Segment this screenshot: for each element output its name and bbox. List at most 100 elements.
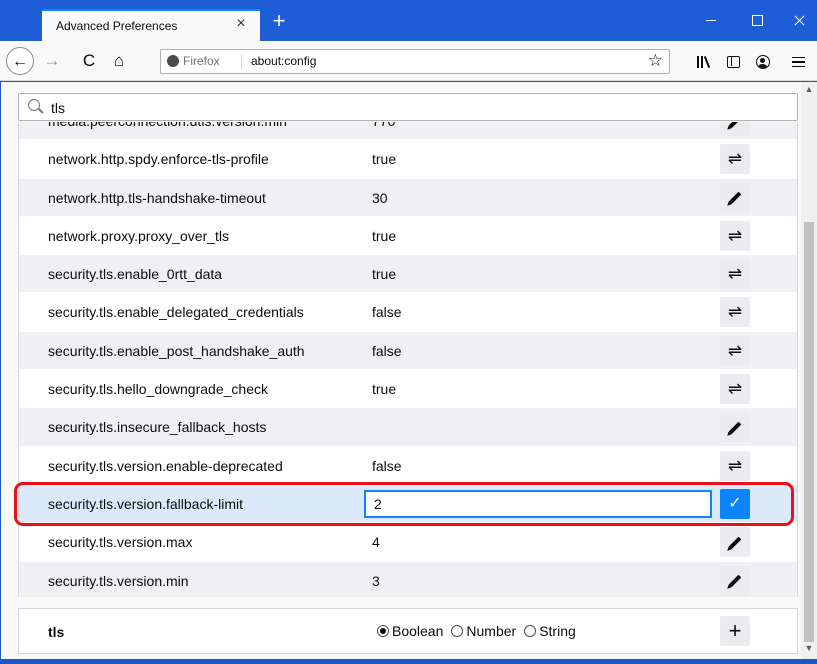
close-window-button[interactable] xyxy=(784,8,814,32)
radio-icon[interactable] xyxy=(451,625,464,637)
toggle-button[interactable]: ⇌ xyxy=(720,259,750,290)
pref-value: 770 xyxy=(372,122,395,129)
pref-row[interactable]: network.proxy.proxy_over_tls true ⇌ xyxy=(19,217,797,256)
pref-row[interactable]: security.tls.version.min 3 xyxy=(19,561,797,597)
bookmark-star-icon[interactable]: ☆ xyxy=(648,51,663,71)
maximize-button[interactable] xyxy=(742,8,772,32)
library-icon xyxy=(696,56,711,69)
menu-button[interactable] xyxy=(786,49,810,73)
type-option-label: String xyxy=(539,623,576,639)
back-button[interactable]: ← xyxy=(6,47,34,75)
toggle-button[interactable]: ⇌ xyxy=(720,220,750,251)
site-identity[interactable]: Firefox xyxy=(167,54,220,68)
home-button[interactable]: ⌂ xyxy=(105,47,133,75)
toggle-button[interactable]: ⇌ xyxy=(720,450,750,481)
preferences-table: media.peerconnection.dtls.version.min 770… xyxy=(18,122,798,597)
radio-icon[interactable] xyxy=(524,625,537,637)
url-separator xyxy=(241,54,242,69)
preferences-list: media.peerconnection.dtls.version.min 770… xyxy=(19,122,797,597)
pref-row[interactable]: security.tls.insecure_fallback_hosts xyxy=(19,408,797,447)
pref-name: network.http.spdy.enforce-tls-profile xyxy=(48,151,269,168)
type-option-boolean[interactable]: Boolean xyxy=(377,623,443,639)
pref-name: security.tls.version.max xyxy=(48,534,193,551)
pref-row[interactable]: security.tls.version.max 4 xyxy=(19,523,797,562)
pencil-icon xyxy=(728,122,742,128)
tab-title: Advanced Preferences xyxy=(56,19,178,33)
pref-row[interactable]: media.peerconnection.dtls.version.min 770 xyxy=(19,122,797,141)
sidebar-button[interactable] xyxy=(721,49,745,73)
pref-row[interactable]: security.tls.version.enable-deprecated fa… xyxy=(19,447,797,485)
pencil-icon xyxy=(728,536,742,550)
pref-value: false xyxy=(372,457,402,474)
hamburger-menu-icon xyxy=(791,57,805,68)
pencil-icon xyxy=(728,574,742,588)
toggle-button[interactable]: ⇌ xyxy=(720,144,750,175)
library-button[interactable] xyxy=(691,49,715,73)
type-radio-group: Boolean Number String xyxy=(377,623,584,639)
url-bar[interactable]: Firefox about:config ☆ xyxy=(160,49,670,74)
pref-row[interactable]: network.http.spdy.enforce-tls-profile tru… xyxy=(19,140,797,179)
pref-value: 30 xyxy=(372,189,388,206)
toggle-button[interactable]: ⇌ xyxy=(720,297,750,328)
pref-value: true xyxy=(372,381,397,398)
edit-button[interactable] xyxy=(720,182,750,213)
firefox-logo-icon xyxy=(167,55,179,67)
search-input[interactable] xyxy=(51,98,751,117)
tab-close-icon[interactable]: × xyxy=(234,16,248,32)
pref-name: network.http.tls-handshake-timeout xyxy=(48,189,266,206)
pref-name: security.tls.enable_0rtt_data xyxy=(48,266,223,283)
scroll-thumb[interactable] xyxy=(804,222,814,642)
pref-row[interactable]: security.tls.hello_downgrade_check true ⇌ xyxy=(19,370,797,409)
forward-button[interactable]: → xyxy=(38,47,66,75)
radio-icon[interactable] xyxy=(377,625,389,637)
type-option-label: Boolean xyxy=(392,623,444,639)
save-button[interactable]: ✓ xyxy=(720,488,750,519)
toggle-button[interactable]: ⇌ xyxy=(720,335,750,366)
new-preference-name: tls xyxy=(48,624,65,640)
pref-row[interactable]: security.tls.enable_post_handshake_auth f… xyxy=(19,331,797,371)
account-icon xyxy=(756,55,770,70)
type-option-number[interactable]: Number xyxy=(451,623,516,639)
vertical-scrollbar[interactable]: ▲ ▼ xyxy=(801,82,817,659)
pref-value: true xyxy=(372,151,397,168)
pref-name: security.tls.version.min xyxy=(48,572,189,589)
pref-row[interactable]: network.http.tls-handshake-timeout 30 xyxy=(19,178,797,217)
type-option-label: Number xyxy=(466,623,517,639)
about-config-page: media.peerconnection.dtls.version.min 770… xyxy=(0,82,817,659)
navigation-bar: ← → C ⌂ Firefox about:config ☆ xyxy=(0,41,817,81)
account-button[interactable] xyxy=(751,49,775,73)
pref-name: security.tls.enable_delegated_credential… xyxy=(48,304,304,321)
pref-value: false xyxy=(372,342,402,359)
pref-row[interactable]: security.tls.enable_0rtt_data true ⇌ xyxy=(19,255,797,294)
pencil-icon xyxy=(728,421,742,435)
edit-button[interactable] xyxy=(720,122,750,136)
pref-value: 3 xyxy=(372,572,380,589)
new-tab-button[interactable]: + xyxy=(266,9,292,35)
edit-button[interactable] xyxy=(720,565,750,596)
search-box[interactable] xyxy=(18,93,798,121)
toggle-button[interactable]: ⇌ xyxy=(720,374,750,405)
pref-row[interactable]: security.tls.version.fallback-limit ✓ xyxy=(19,484,797,524)
minimize-button[interactable] xyxy=(696,8,726,32)
type-option-string[interactable]: String xyxy=(524,623,576,639)
pref-name: security.tls.enable_post_handshake_auth xyxy=(48,342,305,359)
title-bar: Advanced Preferences × + xyxy=(0,0,817,41)
tab-advanced-preferences[interactable]: Advanced Preferences × xyxy=(42,9,260,41)
scroll-up-arrow-icon[interactable]: ▲ xyxy=(801,84,817,98)
add-preference-button[interactable]: + xyxy=(720,616,750,646)
pref-value: false xyxy=(372,304,402,321)
search-icon xyxy=(28,99,40,111)
url-text[interactable]: about:config xyxy=(251,54,316,68)
pref-name: network.proxy.proxy_over_tls xyxy=(48,227,230,244)
identity-label: Firefox xyxy=(183,54,220,68)
pref-value-input[interactable] xyxy=(364,489,712,518)
pref-value: 4 xyxy=(372,534,380,551)
edit-button[interactable] xyxy=(720,527,750,558)
reload-button[interactable]: C xyxy=(75,47,103,75)
edit-button[interactable] xyxy=(720,412,750,443)
add-preference-row: tls Boolean Number String + xyxy=(18,608,798,654)
pref-name: security.tls.version.fallback-limit xyxy=(48,495,244,512)
scroll-down-arrow-icon[interactable]: ▼ xyxy=(801,643,817,657)
pref-row[interactable]: security.tls.enable_delegated_credential… xyxy=(19,293,797,332)
pencil-icon xyxy=(728,191,742,205)
